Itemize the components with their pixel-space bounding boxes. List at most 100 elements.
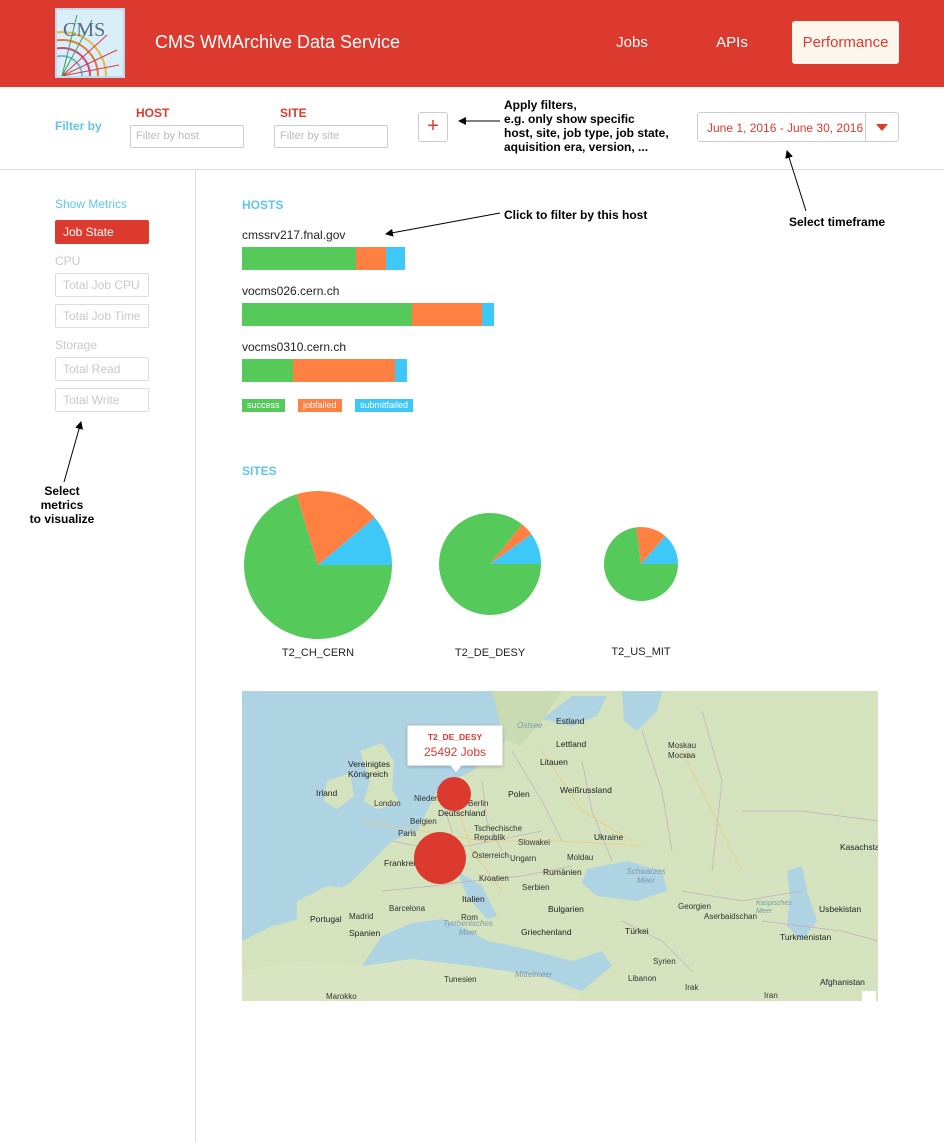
hosts-title: HOSTS xyxy=(242,198,284,212)
cms-logo: CMS xyxy=(55,8,125,78)
cms-logo-graphic: CMS xyxy=(57,10,123,76)
plus-icon: + xyxy=(427,115,439,137)
sites-title: SITES xyxy=(242,464,277,478)
top-header: CMS CMS WMArchive Data Service Jobs APIs… xyxy=(0,0,944,87)
metric-job-state[interactable]: Job State xyxy=(55,220,149,244)
map-label: Weißrussland xyxy=(560,785,612,795)
legend-submitfailed: submitfailed xyxy=(355,399,414,412)
map-label: Usbekistan xyxy=(819,904,862,914)
map-marker-t2-ch-cern[interactable] xyxy=(414,832,466,884)
map-label: Spanien xyxy=(349,928,381,938)
map-label: Türkei xyxy=(625,926,649,936)
map-label: Österreich xyxy=(472,851,509,860)
app-title: CMS WMArchive Data Service xyxy=(155,32,401,52)
map-label: Kasachstan xyxy=(840,842,878,852)
app-root: CMS CMS WMArchive Data Service Jobs APIs… xyxy=(0,0,944,1142)
chevron-down-icon[interactable] xyxy=(865,113,898,141)
bar-segment-success xyxy=(242,359,293,382)
map-label: Bulgarien xyxy=(548,904,584,914)
map-label: Slowakei xyxy=(518,838,551,847)
site-filter-label: SITE xyxy=(280,106,307,120)
map-label: Estland xyxy=(556,716,585,726)
host-bar[interactable] xyxy=(242,359,407,382)
map-label: Syrien xyxy=(653,957,676,966)
map-label: Rumänien xyxy=(543,867,582,877)
tooltip-site-name: T2_DE_DESY xyxy=(427,732,483,742)
map-label: Marokko xyxy=(326,992,357,1001)
map-label: Tschechische Republik xyxy=(474,824,523,842)
show-metrics-title: Show Metrics xyxy=(55,197,128,211)
map-label: Berlin xyxy=(468,799,489,808)
host-name-vocms0310[interactable]: vocms0310.cern.ch xyxy=(242,340,346,354)
map-marker-t2-de-desy[interactable] xyxy=(437,777,471,811)
storage-group-label: Storage xyxy=(55,338,98,352)
map-label: Polen xyxy=(508,789,530,799)
map-zoom-control[interactable] xyxy=(862,991,876,1001)
map-label: Paris xyxy=(398,829,417,838)
map-label: Kaspisches Meer xyxy=(756,900,792,915)
annotation-apply-filters: Apply filters, e.g. only show specific h… xyxy=(504,98,669,154)
bar-segment-jobfailed xyxy=(293,359,395,382)
bar-segment-success xyxy=(242,247,356,270)
host-bar[interactable] xyxy=(242,247,405,270)
map-label: Schwarzes Meer xyxy=(626,867,666,885)
map-label: Aserbaidschan xyxy=(704,912,757,921)
map-label: Libanon xyxy=(628,974,657,983)
bar-segment-success xyxy=(242,303,412,326)
map-label: Irland xyxy=(316,788,338,798)
map-label: Lettland xyxy=(556,739,587,749)
map-label: Iran xyxy=(764,991,778,1000)
host-name-cmssrv217[interactable]: cmssrv217.fnal.gov xyxy=(242,228,345,242)
map-label: Vereinigtes xyxy=(348,759,391,769)
map-label: Mittelmeer xyxy=(515,970,553,979)
map-label: Madrid xyxy=(349,912,374,921)
metric-total-job-cpu[interactable]: Total Job CPU xyxy=(55,273,149,297)
bar-segment-submitfailed xyxy=(386,247,405,270)
nav-performance[interactable]: Performance xyxy=(792,21,899,64)
map-label: Ungarn xyxy=(510,854,537,863)
map-background xyxy=(242,691,878,1001)
legend-success: success xyxy=(242,399,285,412)
cpu-group-label: CPU xyxy=(55,254,81,268)
bar-segment-jobfailed xyxy=(412,303,482,326)
host-bar[interactable] xyxy=(242,303,494,326)
nav-apis[interactable]: APIs xyxy=(708,21,756,64)
host-filter-input[interactable]: Filter by host xyxy=(130,125,244,148)
map-label: Königreich xyxy=(348,769,389,779)
legend-jobfailed: jobfailed xyxy=(298,399,342,412)
metric-total-write[interactable]: Total Write xyxy=(55,388,149,412)
metric-total-read[interactable]: Total Read xyxy=(55,357,149,381)
host-name-vocms026[interactable]: vocms026.cern.ch xyxy=(242,284,339,298)
sites-map[interactable]: Ostsee Estland Lettland Litauen Moskau М… xyxy=(242,691,878,1001)
add-filter-button[interactable]: + xyxy=(418,112,448,142)
map-label: London xyxy=(374,799,401,808)
pie-label-t2-de-desy: T2_DE_DESY xyxy=(454,647,526,659)
map-label: Ostsee xyxy=(517,721,543,730)
arrow-click-host xyxy=(385,212,501,237)
map-label: Moskau xyxy=(668,741,697,750)
map-label: Tunesien xyxy=(444,975,477,984)
pie-label-t2-ch-cern: T2_CH_CERN xyxy=(281,647,355,659)
filter-by-label: Filter by xyxy=(55,119,102,133)
map-label: Barcelona xyxy=(389,904,426,913)
pie-label-t2-us-mit: T2_US_MIT xyxy=(611,646,671,658)
map-label: Serbien xyxy=(522,883,550,892)
host-filter-label: HOST xyxy=(136,106,170,120)
map-label: Afghanistan xyxy=(820,977,865,987)
map-tooltip: T2_DE_DESY 25492 Jobs xyxy=(407,725,503,772)
tooltip-job-count: 25492 Jobs xyxy=(423,745,487,759)
map-label: Ukraine xyxy=(594,832,624,842)
bar-segment-submitfailed xyxy=(395,359,407,382)
site-filter-input[interactable]: Filter by site xyxy=(274,125,388,148)
map-label: Tyrrhenisches Meer xyxy=(443,919,493,937)
map-label: Irak xyxy=(685,983,699,992)
map-label: Kroatien xyxy=(479,874,509,883)
map-label: Belgien xyxy=(410,817,437,826)
annotation-select-timeframe: Select timeframe xyxy=(789,215,886,229)
timeframe-select[interactable]: June 1, 2016 - June 30, 2016 xyxy=(697,112,899,142)
map-label: Griechenland xyxy=(521,927,572,937)
nav-jobs[interactable]: Jobs xyxy=(606,21,658,64)
map-label: Москва xyxy=(668,751,696,760)
metric-total-job-time[interactable]: Total Job Time xyxy=(55,304,149,328)
map-label: Georgien xyxy=(678,902,711,911)
